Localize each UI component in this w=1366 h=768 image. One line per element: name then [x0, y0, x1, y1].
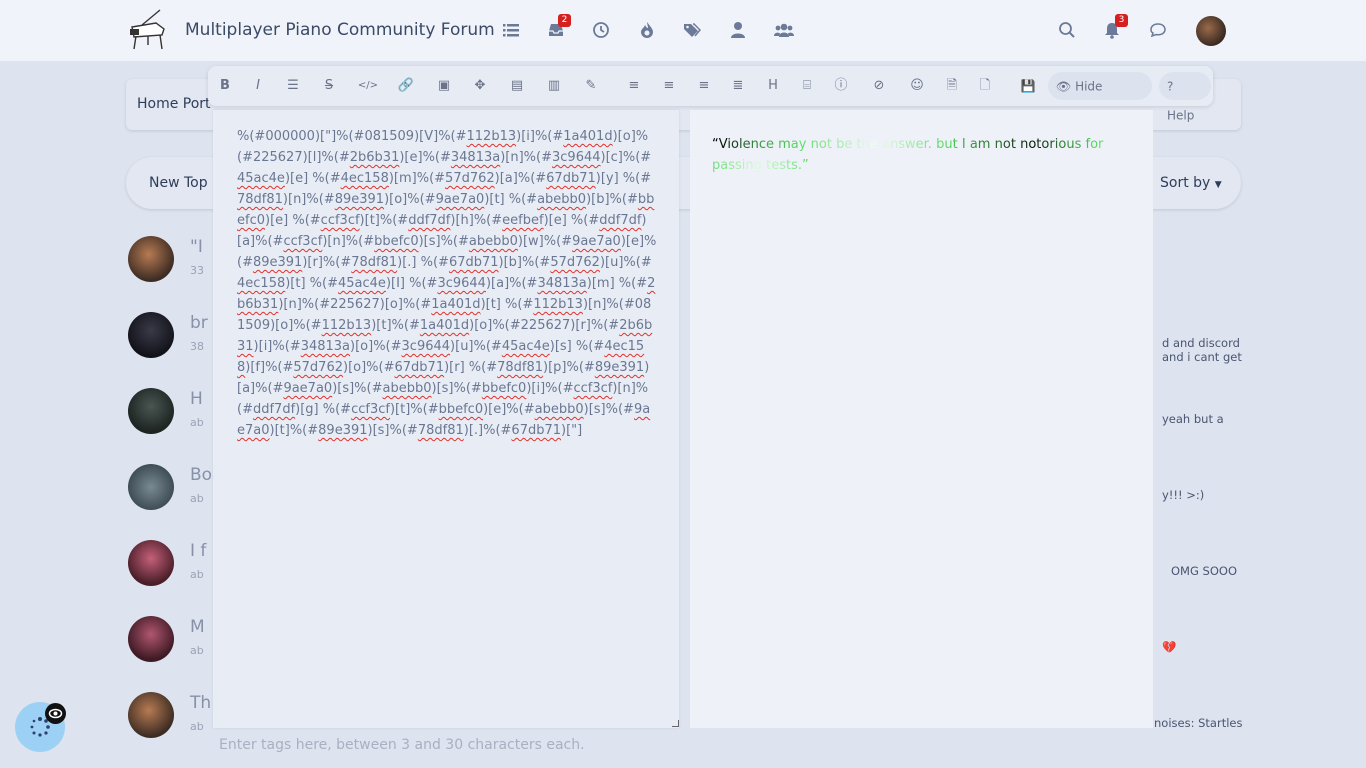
- file-alt-icon[interactable]: 🗎: [942, 76, 962, 96]
- topic-avatar[interactable]: [128, 540, 174, 586]
- align-center-icon[interactable]: ≡: [659, 76, 679, 96]
- topic-title[interactable]: Bo: [190, 465, 212, 485]
- list-icon[interactable]: ☰: [283, 76, 303, 96]
- id-card-icon[interactable]: ▤: [507, 76, 527, 96]
- teaser-snippet[interactable]: d and discord and i cant get: [1162, 336, 1252, 364]
- topic-title[interactable]: I f: [190, 541, 206, 561]
- teaser-snippet[interactable]: yeah but a: [1162, 412, 1252, 426]
- info-icon[interactable]: ⓘ: [831, 76, 851, 96]
- teaser-snippet[interactable]: 💔: [1162, 640, 1252, 654]
- topic-avatar[interactable]: [128, 388, 174, 434]
- topic-avatar[interactable]: [128, 236, 174, 282]
- composer-preview: “Violence may not be the answer. but I a…: [690, 110, 1153, 728]
- topic-meta: ab: [190, 720, 204, 733]
- tags-input[interactable]: Enter tags here, between 3 and 30 charac…: [219, 737, 585, 753]
- piano-logo[interactable]: [126, 7, 170, 53]
- topic-title[interactable]: br: [190, 313, 208, 333]
- file-icon[interactable]: 🗋: [975, 76, 995, 96]
- expand-icon[interactable]: ✥: [470, 76, 490, 96]
- list-icon[interactable]: [502, 21, 520, 39]
- topic-meta: ab: [190, 644, 204, 657]
- topic-title[interactable]: Th: [190, 693, 211, 713]
- teaser-snippet[interactable]: OMG SOOO: [1171, 564, 1261, 578]
- topic-title[interactable]: "I: [190, 237, 203, 257]
- topic-avatar[interactable]: [128, 692, 174, 738]
- file-code-icon[interactable]: ⌸: [797, 76, 817, 96]
- align-right-icon[interactable]: ≡: [694, 76, 714, 96]
- topic-meta: ab: [190, 416, 204, 429]
- topic-meta: ab: [190, 492, 204, 505]
- topic-meta: 33: [190, 264, 204, 277]
- caret-down-icon: ▼: [1214, 180, 1222, 190]
- topic-title[interactable]: H: [190, 389, 203, 409]
- search-icon[interactable]: [1058, 21, 1076, 39]
- italic-icon[interactable]: I: [248, 76, 268, 96]
- user-icon[interactable]: [729, 21, 747, 39]
- align-left-icon[interactable]: ≡: [624, 76, 644, 96]
- bold-icon[interactable]: B: [215, 76, 235, 96]
- topic-avatar[interactable]: [128, 312, 174, 358]
- topic-avatar[interactable]: [128, 464, 174, 510]
- notifications-badge: 3: [1115, 14, 1128, 27]
- topic-meta: ab: [190, 568, 204, 581]
- sort-by-button[interactable]: Sort by ▼: [1160, 175, 1222, 191]
- composer-textarea[interactable]: %(#000000)["]%(#081509)[V]%(#112b13)[i]%…: [213, 110, 679, 728]
- smile-icon[interactable]: ☺: [907, 76, 927, 96]
- link-icon[interactable]: 🔗: [396, 76, 416, 96]
- help-label: Help: [1167, 108, 1195, 122]
- align-justify-icon[interactable]: ≣: [728, 76, 748, 96]
- pen-icon[interactable]: ✎: [581, 76, 601, 96]
- help-button[interactable]: ? Help: [1159, 72, 1211, 122]
- editor-content: %(#000000)["]%(#081509)[V]%(#112b13)[i]%…: [237, 129, 657, 438]
- sort-by-label: Sort by: [1160, 175, 1211, 191]
- user-avatar[interactable]: [1196, 16, 1226, 46]
- inbox-badge: 2: [558, 14, 571, 27]
- site-title[interactable]: Multiplayer Piano Community Forum: [185, 20, 495, 40]
- new-topic-button[interactable]: New Top: [149, 175, 208, 191]
- strikethrough-icon[interactable]: S: [319, 76, 339, 96]
- save-icon[interactable]: 💾: [1018, 76, 1038, 96]
- hide-preview-button[interactable]: 👁 Hide Preview: [1048, 72, 1152, 122]
- eye-slash-icon[interactable]: ⊘: [869, 76, 889, 96]
- code-icon[interactable]: </>: [357, 76, 379, 96]
- teaser-snippet[interactable]: y!!! >:): [1162, 488, 1252, 502]
- breadcrumb[interactable]: Home Port: [137, 96, 211, 112]
- heading-icon[interactable]: H: [763, 76, 783, 96]
- chat-icon[interactable]: [1149, 21, 1167, 39]
- teaser-snippet[interactable]: noises: Startles: [1154, 716, 1244, 730]
- topic-meta: 38: [190, 340, 204, 353]
- clock-icon[interactable]: [592, 21, 610, 39]
- topic-avatar[interactable]: [128, 616, 174, 662]
- tags-icon[interactable]: [683, 21, 701, 39]
- fire-icon[interactable]: [638, 21, 656, 39]
- eye-icon: 👁: [1056, 79, 1072, 94]
- resize-handle[interactable]: [672, 720, 679, 727]
- chart-icon[interactable]: ▥: [544, 76, 564, 96]
- preview-content: “Violence may not be the answer. but I a…: [712, 137, 1104, 173]
- eye-icon[interactable]: [45, 703, 66, 724]
- users-icon[interactable]: [774, 21, 794, 39]
- question-icon: ?: [1167, 79, 1174, 94]
- topic-title[interactable]: M: [190, 617, 205, 637]
- image-icon[interactable]: ▣: [434, 76, 454, 96]
